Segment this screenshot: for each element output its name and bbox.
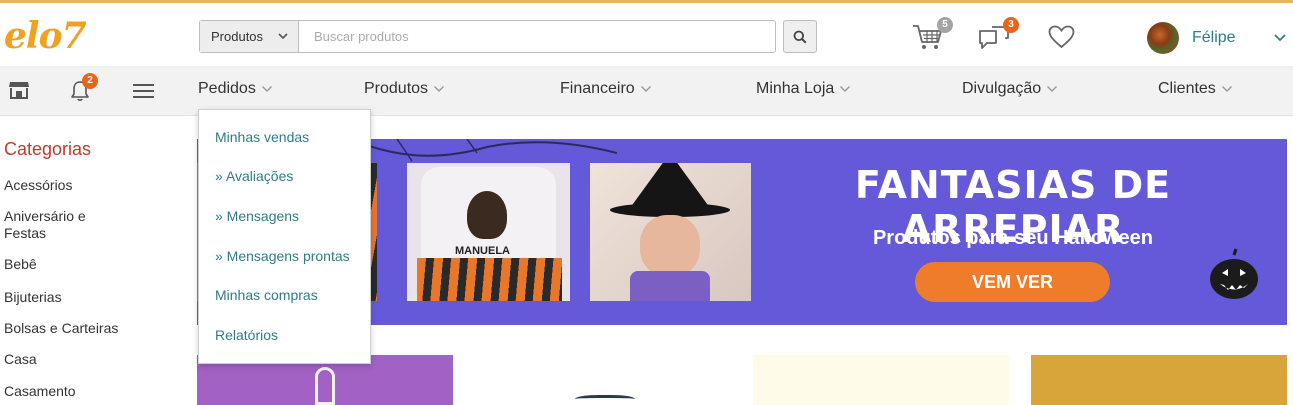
user-name[interactable]: Félipe — [1192, 29, 1236, 47]
menu-item-relatorios[interactable]: Relatórios — [215, 327, 278, 343]
category-link[interactable]: Casamento — [4, 383, 124, 400]
nav-item-label: Produtos — [364, 80, 429, 97]
nav-item-divulgacao[interactable]: Divulgação — [962, 80, 1058, 98]
pedidos-dropdown-menu: Minhas vendas » Avaliações » Mensagens »… — [198, 109, 371, 364]
search-button[interactable] — [783, 20, 817, 53]
chevron-down-icon — [1047, 86, 1058, 92]
nav-item-produtos[interactable]: Produtos — [364, 80, 445, 98]
categories-heading: Categorias — [4, 139, 92, 159]
chevron-down-icon — [1221, 86, 1232, 92]
menu-button[interactable] — [133, 83, 154, 104]
category-link[interactable]: Bebê — [4, 256, 124, 273]
header: elo7 Produtos 5 3 Félipe — [0, 3, 1293, 66]
search-input[interactable] — [299, 21, 775, 52]
nav-item-label: Divulgação — [962, 80, 1042, 97]
product-tile[interactable] — [475, 355, 731, 405]
menu-item-mensagens[interactable]: » Mensagens — [215, 208, 299, 224]
menu-item-minhas-vendas[interactable]: Minhas vendas — [215, 129, 309, 145]
banner-cta-button[interactable]: VEM VER — [915, 262, 1110, 302]
product-photo-witch-girl — [590, 163, 751, 301]
chevron-down-icon — [434, 86, 445, 92]
category-sidebar: Categorias Acessórios Aniversário e Fest… — [4, 139, 154, 399]
elo7-logo[interactable]: elo7 — [4, 15, 87, 57]
nav-item-pedidos[interactable]: Pedidos — [198, 80, 273, 98]
notifications-button[interactable]: 2 — [70, 73, 98, 107]
user-avatar[interactable] — [1147, 22, 1179, 54]
hamburger-menu-icon — [133, 84, 154, 98]
category-link[interactable]: Aniversário e Festas — [4, 208, 104, 242]
nav-item-label: Minha Loja — [756, 80, 835, 97]
pumpkin-icon — [1210, 248, 1258, 299]
banner-subtitle: Produtos para seu Halloween — [872, 227, 1154, 249]
nav-item-minha-loja[interactable]: Minha Loja — [756, 80, 851, 98]
product-tile[interactable] — [1031, 355, 1287, 405]
nav-item-financeiro[interactable]: Financeiro — [560, 80, 652, 98]
main-navigation: 2 Pedidos Produtos Financeiro Minha Loja… — [0, 66, 1293, 116]
category-link[interactable]: Acessórios — [4, 177, 124, 194]
category-link[interactable]: Casa — [4, 351, 124, 368]
search-category-select[interactable]: Produtos — [200, 21, 299, 52]
chevron-down-icon — [261, 86, 272, 92]
menu-item-avaliacoes[interactable]: » Avaliações — [215, 168, 293, 184]
store-button[interactable] — [8, 80, 30, 105]
category-link[interactable]: Bolsas e Carteiras — [4, 320, 144, 337]
product-tile[interactable] — [753, 355, 1009, 405]
search-category-value: Produtos — [211, 29, 264, 44]
chevron-down-icon — [278, 33, 288, 40]
menu-item-minhas-compras[interactable]: Minhas compras — [215, 287, 318, 303]
storefront-icon — [9, 82, 29, 99]
favorites-button[interactable] — [1048, 25, 1075, 54]
search-bar: Produtos — [199, 20, 776, 53]
cart-count-badge: 5 — [937, 17, 953, 33]
search-icon — [793, 30, 807, 44]
nav-item-label: Clientes — [1158, 80, 1216, 97]
nav-item-label: Pedidos — [198, 80, 256, 97]
shirt-name-text: MANUELA — [455, 245, 510, 257]
product-photo-shirt: MANUELA — [407, 163, 570, 301]
menu-item-mensagens-prontas[interactable]: » Mensagens prontas — [215, 248, 350, 264]
chevron-down-icon — [640, 86, 651, 92]
user-menu-chevron-icon[interactable] — [1273, 33, 1287, 43]
category-link[interactable]: Bijuterias — [4, 289, 124, 306]
cart-button[interactable]: 5 — [912, 17, 953, 56]
nav-item-label: Financeiro — [560, 80, 635, 97]
notifications-count-badge: 2 — [82, 73, 98, 89]
chevron-down-icon — [840, 86, 851, 92]
messages-button[interactable]: 3 — [978, 17, 1019, 56]
messages-count-badge: 3 — [1003, 17, 1019, 33]
heart-icon — [1048, 25, 1075, 49]
nav-item-clientes[interactable]: Clientes — [1158, 80, 1233, 98]
